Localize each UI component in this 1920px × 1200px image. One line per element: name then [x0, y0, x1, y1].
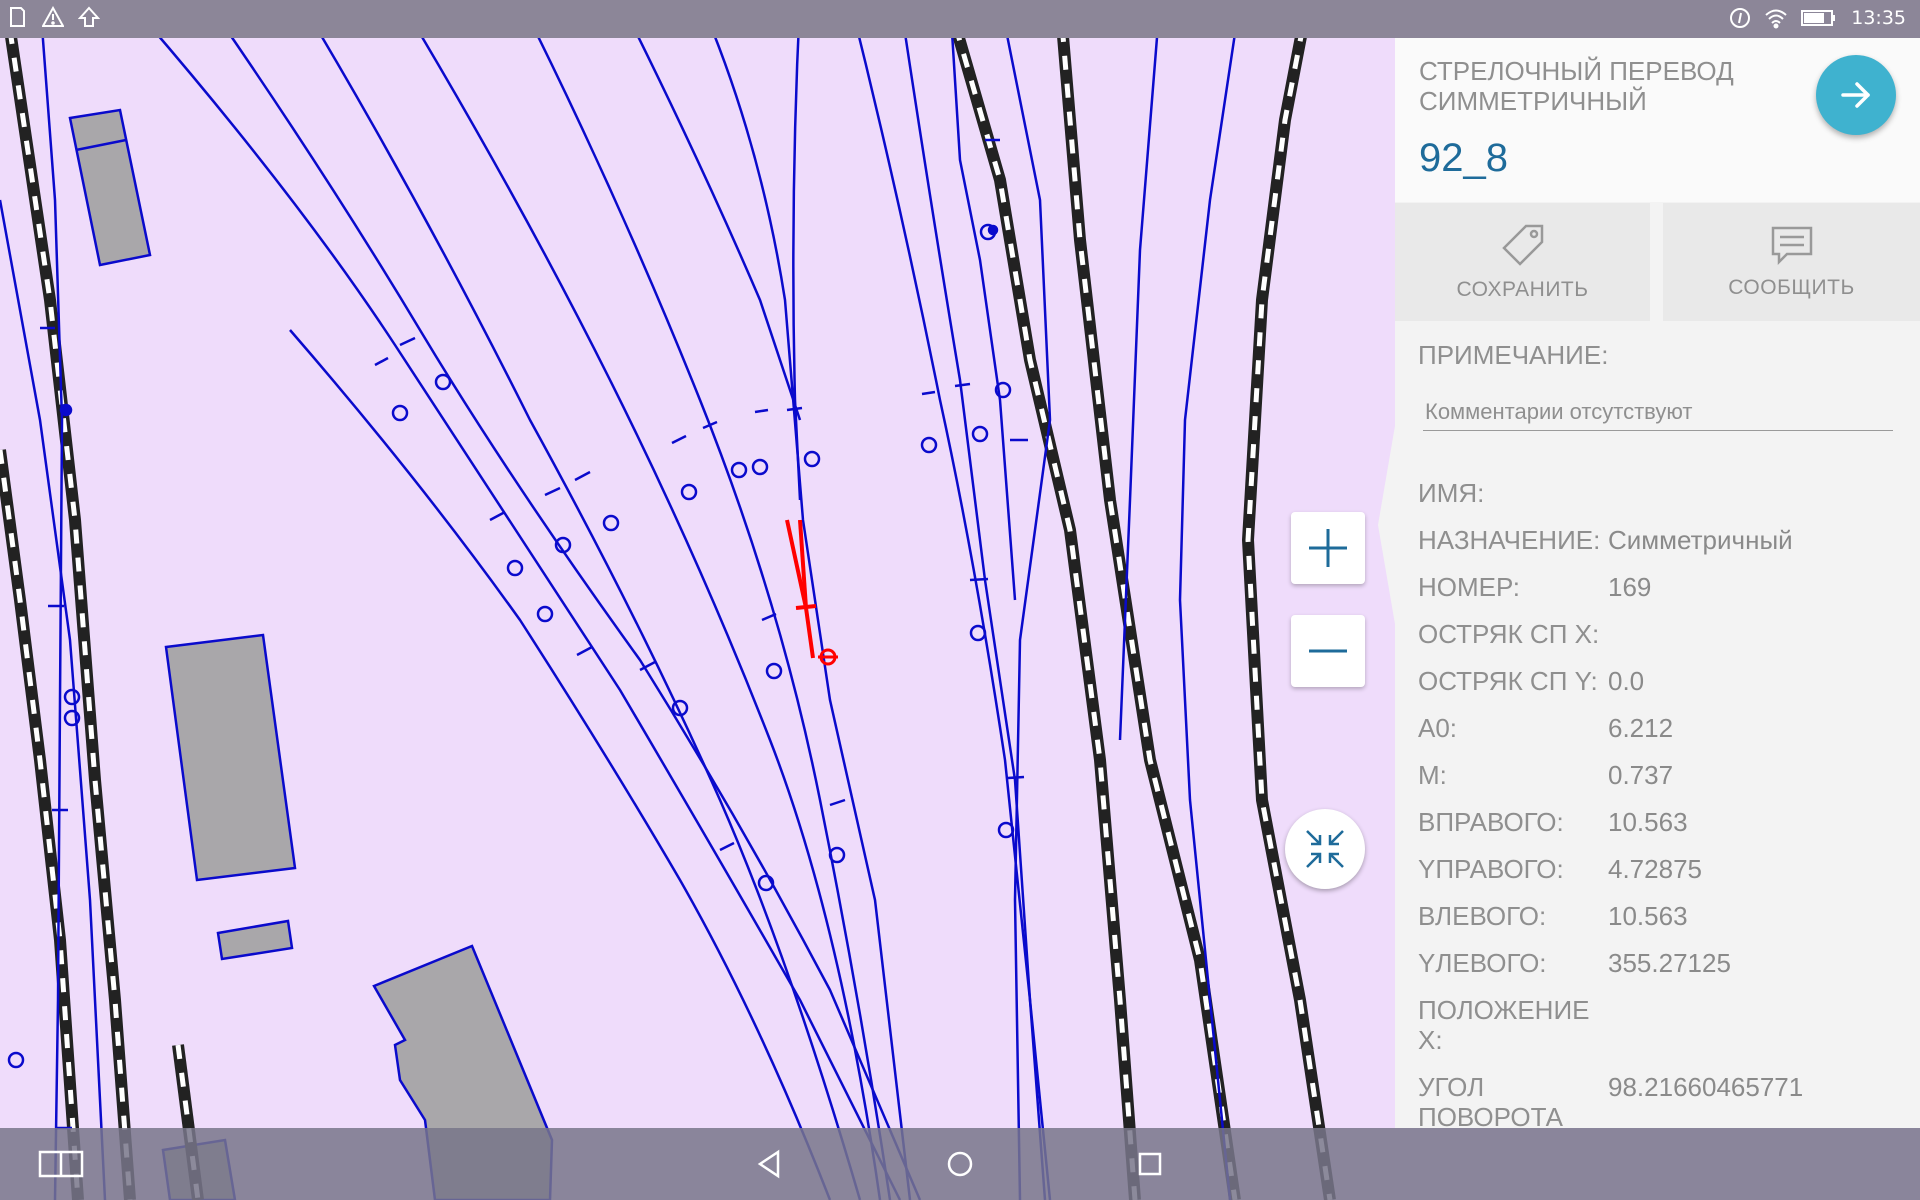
property-row: ВПРАВОГО: 10.563: [1418, 807, 1908, 837]
split-screen-icon[interactable]: [38, 1146, 84, 1182]
save-button-label: СОХРАНИТЬ: [1456, 278, 1589, 301]
property-value: 355.27125: [1608, 948, 1731, 978]
status-bar: 13:35: [0, 0, 1920, 38]
property-key: НАЗНАЧЕНИЕ:: [1418, 525, 1601, 555]
track-line: [618, 0, 802, 421]
embankment-line: [1241, 0, 1336, 1200]
object-info-panel: СТРЕЛОЧНЫЙ ПЕРЕВОД СИММЕТРИЧНЫЙ 92_8 СОХ…: [1395, 38, 1920, 1128]
property-row: M: 0.737: [1418, 760, 1908, 790]
object-type-title: СТРЕЛОЧНЫЙ ПЕРЕВОД СИММЕТРИЧНЫЙ: [1419, 56, 1734, 116]
embankment-line: [0, 449, 84, 1200]
message-icon: [1771, 226, 1812, 266]
property-row: ОСТРЯК СП X:: [1418, 619, 1908, 649]
track-line: [38, 0, 64, 1200]
object-id: 92_8: [1419, 136, 1508, 180]
properties-list: ИМЯ: НАЗНАЧЕНИЕ: Симметричный НОМЕР: 169 О…: [1418, 478, 1908, 1128]
collapse-arrows-icon: [1306, 830, 1344, 868]
warning-icon: [42, 6, 64, 27]
recents-icon[interactable]: [1132, 1146, 1168, 1182]
zoom-in-button[interactable]: [1291, 512, 1365, 584]
buildings: [68, 108, 554, 1200]
property-row: НОМЕР: 169: [1418, 572, 1908, 602]
track-line: [998, 0, 1052, 1200]
property-row: ИМЯ:: [1418, 478, 1908, 508]
tracks: [0, 0, 1242, 1200]
arrow-right-icon: [1841, 82, 1870, 108]
home-icon[interactable]: [942, 1146, 978, 1182]
property-value: Симметричный: [1608, 525, 1793, 555]
property-value: 10.563: [1608, 807, 1688, 837]
property-key: УГОЛ ПОВОРОТА СП:: [1418, 1072, 1563, 1128]
panel-header: СТРЕЛОЧНЫЙ ПЕРЕВОД СИММЕТРИЧНЫЙ 92_8: [1395, 38, 1920, 202]
note-input[interactable]: [1423, 394, 1893, 431]
property-key: ОСТРЯК СП X:: [1418, 619, 1600, 649]
track-line: [298, 0, 862, 1200]
sd-card-icon: [10, 7, 25, 27]
property-key: YЛЕВОГО:: [1418, 948, 1547, 978]
property-row: A0: 6.212: [1418, 713, 1908, 743]
property-row: ВЛЕВОГО: 10.563: [1418, 901, 1908, 931]
building: [68, 108, 152, 267]
building: [164, 633, 297, 882]
track-line: [848, 0, 1052, 1200]
property-key: ОСТРЯК СП Y:: [1418, 666, 1598, 696]
track-line: [218, 19, 922, 1200]
selected-switch[interactable]: [785, 519, 838, 666]
battery-icon: [1801, 10, 1836, 26]
property-value: 10.563: [1608, 901, 1688, 931]
property-row: УГОЛ ПОВОРОТА СП: 98.21660465771: [1418, 1072, 1908, 1128]
property-value: 0.0: [1608, 666, 1645, 696]
property-value: 98.21660465771: [1608, 1072, 1804, 1102]
property-key: НОМЕР:: [1418, 572, 1520, 602]
note-label: ПРИМЕЧАНИЕ:: [1418, 340, 1609, 370]
save-button[interactable]: СОХРАНИТЬ: [1395, 203, 1650, 321]
tag-icon: [1501, 224, 1543, 266]
clock: 13:35: [1851, 7, 1906, 29]
track-line: [289, 329, 832, 1200]
panel-notch: [1378, 420, 1396, 630]
map-canvas[interactable]: [0, 0, 1395, 1200]
upload-icon: [78, 6, 100, 27]
back-icon[interactable]: [752, 1146, 788, 1182]
plus-icon: [1309, 529, 1347, 567]
zoom-out-button[interactable]: [1291, 615, 1365, 687]
property-value: 4.72875: [1608, 854, 1702, 884]
property-key: M:: [1418, 760, 1447, 790]
track-line: [518, 0, 892, 1200]
property-row: ОСТРЯК СП Y: 0.0: [1418, 666, 1908, 696]
minus-icon: [1309, 649, 1347, 653]
report-button[interactable]: СООБЩИТЬ: [1663, 203, 1920, 321]
map-svg[interactable]: [0, 0, 1395, 1200]
property-key: YПРАВОГО:: [1418, 854, 1564, 884]
property-value: 6.212: [1608, 713, 1674, 743]
collapse-button[interactable]: [1285, 809, 1365, 889]
property-row: YПРАВОГО: 4.72875: [1418, 854, 1908, 884]
embankments: [0, 0, 1336, 1200]
embankment-line: [942, 0, 1141, 1200]
property-value: 0.737: [1608, 760, 1674, 790]
markers: [7, 138, 1028, 1130]
property-row: ПОЛОЖЕНИЕ X:: [1418, 995, 1908, 1055]
embankment-line: [1054, 0, 1241, 1200]
location-icon: [1730, 8, 1751, 28]
building: [216, 919, 294, 961]
property-key: A0:: [1418, 713, 1458, 743]
property-row: НАЗНАЧЕНИЕ: Симметричный: [1418, 525, 1908, 555]
report-button-label: СООБЩИТЬ: [1728, 276, 1855, 299]
wifi-icon: [1765, 9, 1787, 29]
property-key: ИМЯ:: [1418, 478, 1485, 508]
navigate-button[interactable]: [1816, 55, 1896, 135]
property-value: 169: [1608, 572, 1652, 602]
track-line: [948, 0, 1017, 601]
property-row: YЛЕВОГО: 355.27125: [1418, 948, 1908, 978]
property-key: ВЛЕВОГО:: [1418, 901, 1547, 931]
navigation-bar: [0, 1128, 1920, 1200]
property-key: ПОЛОЖЕНИЕ X:: [1418, 995, 1590, 1055]
property-key: ВПРАВОГО:: [1418, 807, 1564, 837]
track-line: [898, 0, 1047, 1200]
track-line: [144, 19, 902, 1200]
